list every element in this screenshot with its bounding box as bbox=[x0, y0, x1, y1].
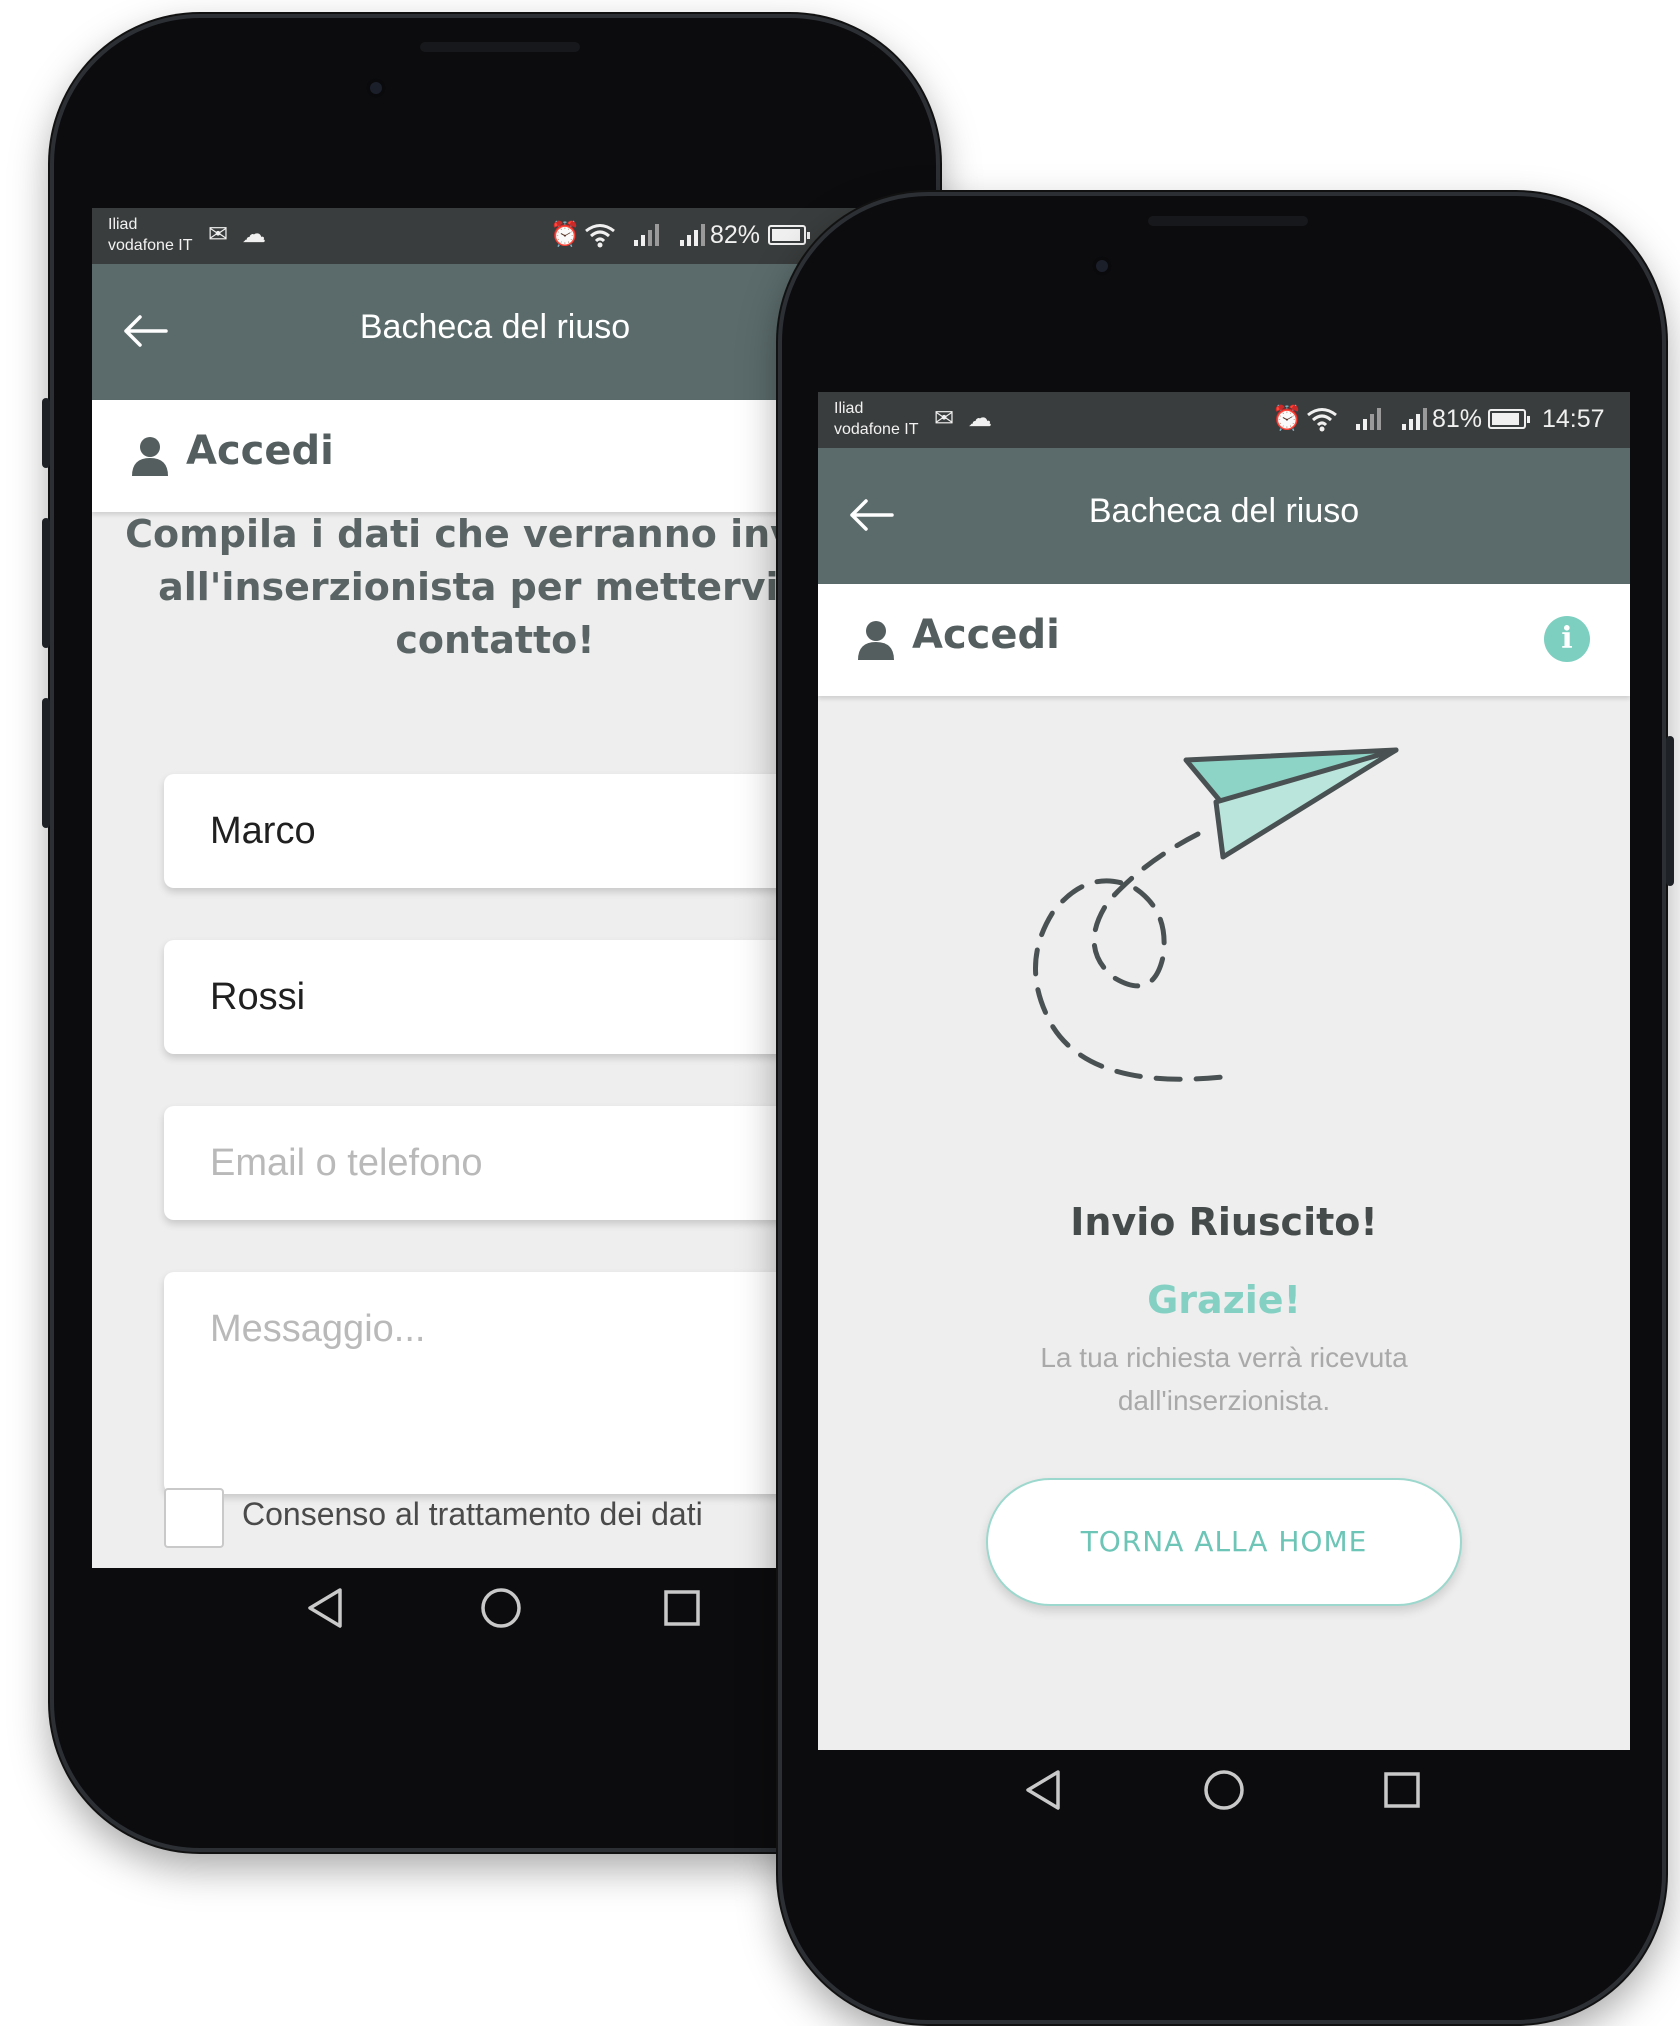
carrier-name: vodafone IT bbox=[108, 237, 193, 254]
screen-right: Iliad vodafone IT ✉ ☁ ⏰ 81% 14:57 Bachec… bbox=[818, 392, 1630, 1750]
signal-icon bbox=[1356, 408, 1381, 430]
side-button bbox=[1666, 736, 1674, 886]
app-title: Bacheca del riuso bbox=[1088, 492, 1360, 530]
user-icon bbox=[132, 437, 168, 476]
cloud-icon: ☁ bbox=[968, 405, 992, 432]
triangle-back-icon[interactable] bbox=[1022, 1768, 1064, 1812]
carrier-name: Iliad bbox=[108, 216, 138, 233]
carrier-name: vodafone IT bbox=[834, 421, 919, 438]
app-bar: Bacheca del riuso bbox=[818, 448, 1630, 584]
message-field[interactable]: Messaggio... bbox=[164, 1272, 804, 1494]
status-bar: Iliad vodafone IT ✉ ☁ ⏰ 82% bbox=[92, 208, 898, 264]
success-message: La tua richiesta verrà ricevuta dall'ins… bbox=[1040, 1342, 1408, 1416]
status-bar: Iliad vodafone IT ✉ ☁ ⏰ 81% 14:57 bbox=[818, 392, 1630, 448]
last-name-field[interactable]: Rossi bbox=[164, 940, 804, 1054]
circle-home-icon[interactable] bbox=[479, 1586, 523, 1630]
camera bbox=[1092, 256, 1112, 276]
signal-icon bbox=[1402, 408, 1427, 430]
battery-percent: 82% bbox=[710, 221, 761, 249]
user-icon bbox=[858, 621, 894, 660]
signal-icon bbox=[680, 224, 705, 246]
contact-field[interactable]: Email o telefono bbox=[164, 1106, 804, 1220]
wifi-icon bbox=[585, 224, 615, 248]
carrier-label: Iliad vodafone IT bbox=[834, 398, 919, 440]
square-recents-icon[interactable] bbox=[662, 1586, 702, 1630]
alarm-icon: ⏰ bbox=[550, 221, 580, 248]
consent-checkbox[interactable] bbox=[164, 1488, 224, 1548]
thanks-text: Grazie! bbox=[1147, 1278, 1301, 1322]
speaker bbox=[1148, 216, 1308, 226]
battery-percent: 81% bbox=[1432, 405, 1483, 433]
side-button bbox=[42, 518, 50, 648]
success-title: Invio Riuscito! bbox=[1070, 1200, 1378, 1244]
section-title: Accedi bbox=[186, 428, 334, 474]
mail-icon: ✉ bbox=[934, 405, 955, 432]
camera bbox=[366, 78, 386, 98]
contact-placeholder: Email o telefono bbox=[210, 1142, 483, 1184]
circle-home-icon[interactable] bbox=[1202, 1768, 1246, 1812]
battery-icon bbox=[1488, 409, 1530, 429]
info-icon[interactable]: i bbox=[1544, 616, 1590, 662]
square-recents-icon[interactable] bbox=[1382, 1768, 1422, 1812]
paper-plane-icon bbox=[1033, 747, 1399, 1082]
back-home-button[interactable]: TORNA ALLA HOME bbox=[986, 1478, 1462, 1606]
triangle-back-icon[interactable] bbox=[304, 1586, 346, 1630]
signal-icon bbox=[634, 224, 659, 246]
phone-right: Iliad vodafone IT ✉ ☁ ⏰ 81% 14:57 Bachec… bbox=[778, 192, 1674, 2024]
consent-label: Consenso al trattamento dei dati bbox=[242, 1496, 703, 1532]
last-name-value: Rossi bbox=[210, 976, 306, 1018]
mail-icon: ✉ bbox=[208, 221, 229, 248]
clock: 14:57 bbox=[1542, 405, 1605, 433]
carrier-label: Iliad vodafone IT bbox=[108, 214, 193, 256]
alarm-icon: ⏰ bbox=[1272, 405, 1302, 432]
speaker bbox=[420, 42, 580, 52]
cloud-icon: ☁ bbox=[242, 221, 266, 248]
battery-icon bbox=[768, 225, 810, 245]
side-button bbox=[42, 398, 50, 468]
section-header: Accedi i bbox=[818, 584, 1630, 696]
first-name-field[interactable]: Marco bbox=[164, 774, 804, 888]
carrier-name: Iliad bbox=[834, 400, 864, 417]
section-title: Accedi bbox=[912, 612, 1060, 658]
nav-bar bbox=[782, 1768, 1670, 1848]
message-placeholder: Messaggio... bbox=[210, 1308, 426, 1350]
wifi-icon bbox=[1307, 408, 1337, 432]
first-name-value: Marco bbox=[210, 810, 316, 852]
side-button bbox=[42, 698, 50, 828]
